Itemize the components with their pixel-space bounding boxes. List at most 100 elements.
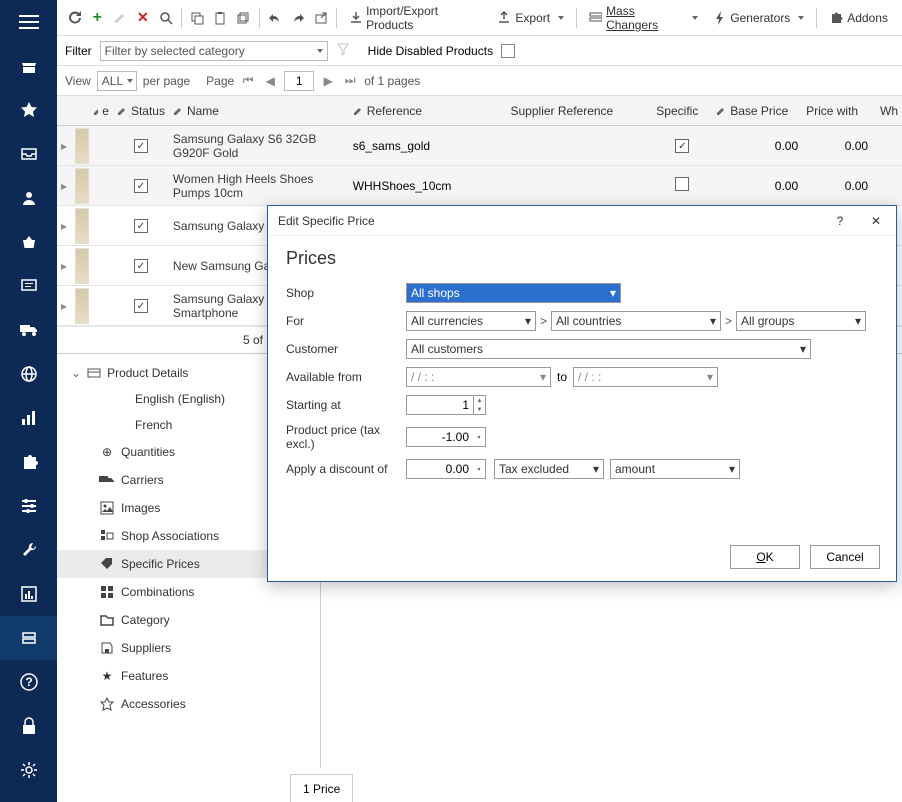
expand-icon[interactable]: ▸ <box>57 179 71 193</box>
specific-checkbox[interactable] <box>675 177 689 191</box>
status-checkbox[interactable]: ✓ <box>134 219 148 233</box>
user-icon[interactable] <box>0 176 57 220</box>
undo-icon[interactable] <box>266 8 285 28</box>
country-select[interactable]: All countries▾ <box>551 311 721 331</box>
filter-category-select[interactable]: Filter by selected category <box>100 41 328 61</box>
amount-mode-select[interactable]: amount▾ <box>610 459 740 479</box>
puzzle-icon[interactable] <box>0 440 57 484</box>
sliders-icon[interactable] <box>0 484 57 528</box>
addons-button[interactable]: Addons <box>823 9 894 27</box>
prev-page-icon[interactable]: ◀ <box>262 73 278 89</box>
hamburger-icon[interactable] <box>0 0 57 44</box>
base-price: 0.00 <box>712 139 802 153</box>
tree-accessories[interactable]: Accessories <box>57 690 320 718</box>
discount-input[interactable]: 0.00▾ <box>406 459 486 479</box>
date-to-input[interactable]: / / : :▾ <box>573 367 718 387</box>
page-input[interactable] <box>284 71 314 91</box>
add-icon[interactable]: + <box>88 8 107 28</box>
expand-icon[interactable]: ▸ <box>57 299 71 313</box>
basket-icon[interactable] <box>0 220 57 264</box>
starting-label: Starting at <box>286 398 406 412</box>
date-from-input[interactable]: / / : :▾ <box>406 367 551 387</box>
customer-select[interactable]: All customers▾ <box>406 339 811 359</box>
delete-icon[interactable]: ✕ <box>133 8 152 28</box>
message-icon[interactable] <box>0 264 57 308</box>
lock-icon[interactable] <box>0 704 57 748</box>
cancel-button[interactable]: Cancel <box>810 545 880 569</box>
status-checkbox[interactable]: ✓ <box>134 259 148 273</box>
truck-icon[interactable] <box>0 308 57 352</box>
status-checkbox[interactable]: ✓ <box>134 139 148 153</box>
last-page-icon[interactable]: ⏭ <box>342 73 358 89</box>
refresh-icon[interactable] <box>65 8 84 28</box>
arrow-2: > <box>725 314 732 328</box>
product-price-input[interactable]: -1.00▾ <box>406 427 486 447</box>
gear-icon[interactable] <box>0 748 57 792</box>
mass-changers-button[interactable]: Mass Changers <box>583 2 704 34</box>
tree-combinations[interactable]: Combinations <box>57 578 320 606</box>
stats-icon[interactable] <box>0 572 57 616</box>
page-size-select[interactable]: ALL <box>97 71 137 91</box>
available-label: Available from <box>286 370 406 384</box>
close-icon[interactable]: ✕ <box>866 211 886 231</box>
specific-checkbox[interactable]: ✓ <box>675 139 689 153</box>
status-checkbox[interactable]: ✓ <box>134 299 148 313</box>
generators-label: Generators <box>730 11 790 25</box>
group-select[interactable]: All groups▾ <box>736 311 866 331</box>
drawer-icon[interactable] <box>0 616 57 660</box>
clear-filter-icon[interactable] <box>336 42 350 59</box>
product-ref: s6_sams_gold <box>349 139 507 153</box>
table-row[interactable]: ▸✓Women High Heels Shoes Pumps 10cmWHHSh… <box>57 166 902 206</box>
discount-label: Apply a discount of <box>286 462 406 476</box>
price: 0.00 <box>802 139 872 153</box>
addons-label: Addons <box>847 11 888 25</box>
starting-at-input[interactable]: 1▲▼ <box>406 395 486 415</box>
paste-icon[interactable] <box>211 8 230 28</box>
expand-icon[interactable]: ▸ <box>57 219 71 233</box>
tax-mode-select[interactable]: Tax excluded▾ <box>494 459 604 479</box>
thumbnail <box>75 168 89 204</box>
external-icon[interactable] <box>311 8 330 28</box>
dialog-titlebar: Edit Specific Price ? ✕ <box>268 206 896 236</box>
page-total: of 1 pages <box>364 74 420 88</box>
tree-suppliers[interactable]: Suppliers <box>57 634 320 662</box>
wrench-icon[interactable] <box>0 528 57 572</box>
search-icon[interactable] <box>156 8 175 28</box>
main-sidebar: ? <box>0 0 57 802</box>
table-row[interactable]: ▸✓Samsung Galaxy S6 32GB G920F Golds6_sa… <box>57 126 902 166</box>
export-label: Export <box>515 11 550 25</box>
hide-disabled-checkbox[interactable] <box>501 44 515 58</box>
edit-icon[interactable] <box>111 8 130 28</box>
shop-select[interactable]: All shops▾ <box>406 283 621 303</box>
tree-features[interactable]: ★Features <box>57 662 320 690</box>
export-button[interactable]: Export <box>491 9 570 27</box>
duplicate-icon[interactable] <box>234 8 253 28</box>
price-tab[interactable]: 1 Price <box>290 774 353 802</box>
chart-icon[interactable] <box>0 396 57 440</box>
import-export-button[interactable]: Import/Export Products <box>343 2 487 34</box>
customer-label: Customer <box>286 342 406 356</box>
help-icon[interactable]: ? <box>0 660 57 704</box>
expand-icon[interactable]: ▸ <box>57 139 71 153</box>
thumbnail <box>75 248 89 284</box>
favorites-icon[interactable] <box>0 88 57 132</box>
per-page-label: per page <box>143 74 190 88</box>
base-price: 0.00 <box>712 179 802 193</box>
expand-icon[interactable]: ▸ <box>57 259 71 273</box>
redo-icon[interactable] <box>288 8 307 28</box>
globe-icon[interactable] <box>0 352 57 396</box>
help-button[interactable]: ? <box>830 211 850 231</box>
first-page-icon[interactable]: ⏮ <box>240 73 256 89</box>
dialog-body: Prices Shop All shops▾ For All currencie… <box>268 236 896 499</box>
dialog-title: Edit Specific Price <box>278 214 375 228</box>
currency-select[interactable]: All currencies▾ <box>406 311 536 331</box>
next-page-icon[interactable]: ▶ <box>320 73 336 89</box>
generators-button[interactable]: Generators <box>708 9 810 27</box>
copy-icon[interactable] <box>188 8 207 28</box>
shop-icon[interactable] <box>0 44 57 88</box>
ok-button[interactable]: OK <box>730 545 800 569</box>
inbox-icon[interactable] <box>0 132 57 176</box>
status-checkbox[interactable]: ✓ <box>134 179 148 193</box>
tree-category[interactable]: Category <box>57 606 320 634</box>
dialog-heading: Prices <box>286 248 878 269</box>
